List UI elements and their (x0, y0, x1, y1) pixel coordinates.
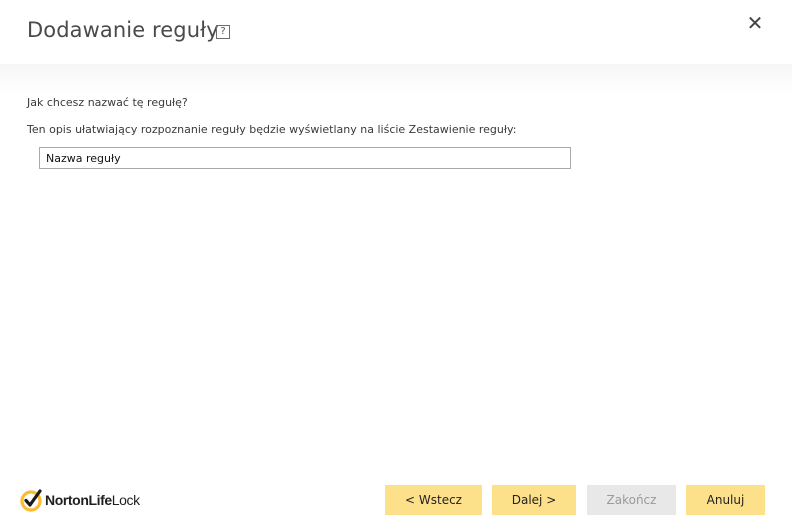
norton-lifelock-logo: NortonLifeLock (19, 487, 140, 513)
header-divider-shade (0, 64, 792, 94)
dialog-title: Dodawanie reguły (27, 18, 219, 42)
next-button[interactable]: Dalej > (492, 485, 576, 515)
finish-button: Zakończ (587, 485, 676, 515)
help-icon[interactable]: ? (216, 25, 230, 39)
rule-description-label: Ten opis ułatwiający rozpoznanie reguły … (27, 123, 517, 136)
rule-name-question-label: Jak chcesz nazwać tę regułę? (27, 96, 188, 109)
add-rule-dialog: Dodawanie reguły ? ✕ Jak chcesz nazwać t… (0, 0, 792, 528)
dialog-header: Dodawanie reguły ? ✕ (0, 0, 792, 64)
close-icon: ✕ (746, 11, 764, 35)
logo-brand-regular: Lock (111, 492, 140, 508)
back-button[interactable]: < Wstecz (385, 485, 482, 515)
close-button[interactable]: ✕ (744, 12, 766, 34)
rule-name-input[interactable] (39, 147, 571, 169)
logo-text: NortonLifeLock (45, 492, 140, 508)
norton-checkmark-icon (20, 489, 42, 512)
cancel-button[interactable]: Anuluj (686, 485, 765, 515)
logo-brand-bold: NortonLife (45, 492, 112, 508)
